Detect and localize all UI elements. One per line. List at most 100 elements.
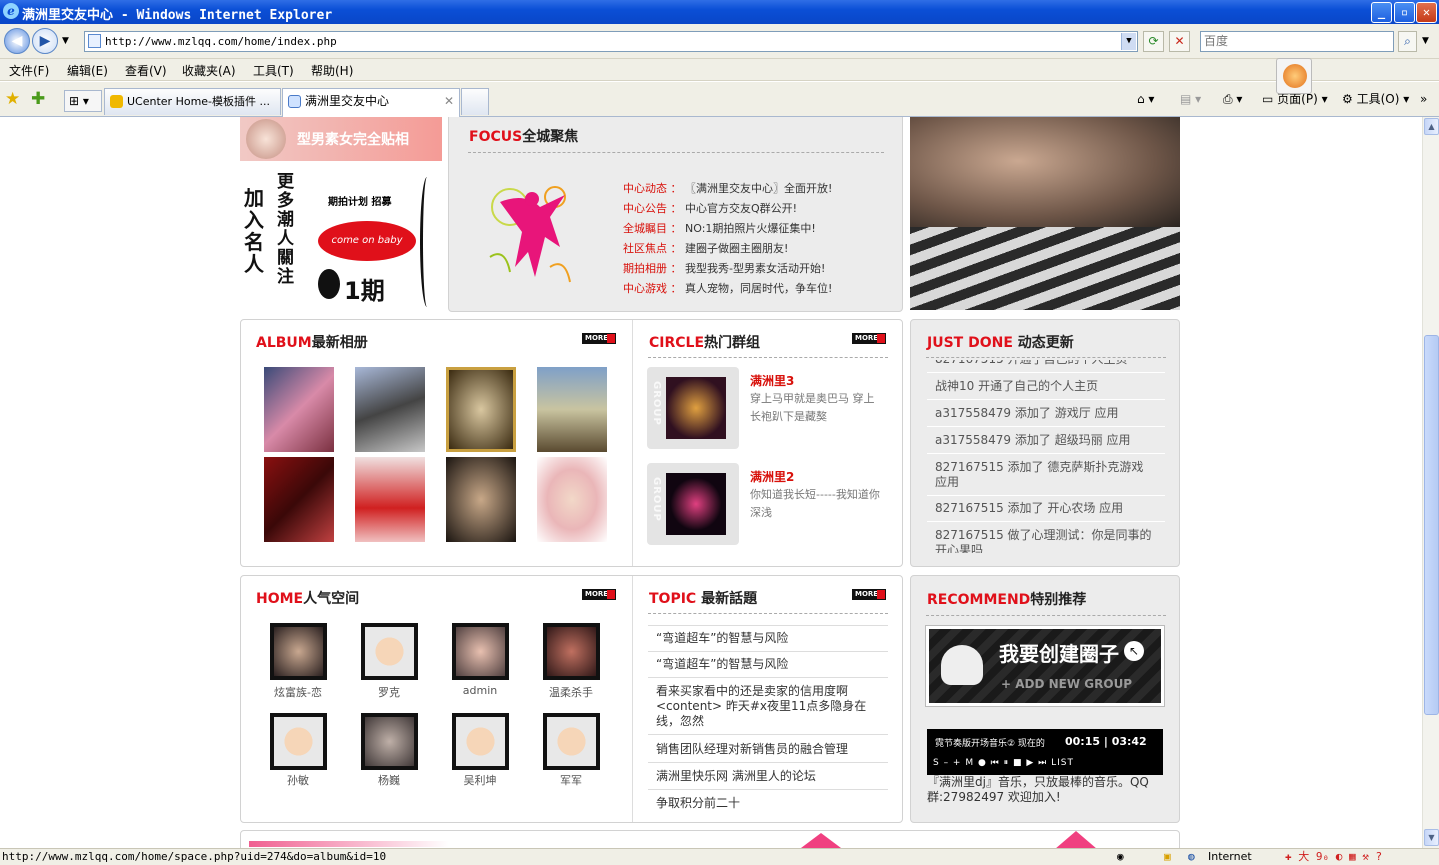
focus-item[interactable]: 中心动态 ： 〖满洲里交友中心〗全面开放! (623, 180, 832, 196)
topic-item[interactable]: “弯道超车”的智慧与风险 (648, 652, 888, 678)
music-player[interactable]: 霓节奏版开场音乐② 现在的 00:15 | 03:42 S – + M ● ⏮ … (927, 729, 1163, 775)
player-controls[interactable]: S – + M ● ⏮ ⏸ ■ ▶ ⏭ LIST (933, 758, 1074, 768)
focus-item[interactable]: 期拍相册 ： 我型我秀-型男素女活动开始! (623, 260, 825, 276)
user-avatar[interactable] (270, 623, 327, 680)
menu-help[interactable]: 帮助(H) (311, 62, 353, 79)
feed-item[interactable]: 827167515 添加了 开心农场 应用 (927, 496, 1165, 522)
user-name[interactable]: 吴利坤 (445, 772, 515, 788)
user-name[interactable]: 军军 (536, 772, 606, 788)
topic-item[interactable]: 满洲里快乐网 满洲里人的论坛 (648, 764, 888, 790)
player-time: 00:15 | 03:42 (1065, 735, 1147, 748)
history-dropdown-icon[interactable]: ▼ (62, 36, 69, 46)
user-avatar[interactable] (361, 713, 418, 770)
group-card[interactable]: GROUP (647, 463, 739, 545)
user-name[interactable]: 温柔杀手 (536, 684, 606, 700)
menu-tools[interactable]: 工具(T) (253, 62, 294, 79)
banner-join-text: 加入名人 (244, 186, 264, 276)
group-name[interactable]: 满洲里3 (750, 372, 794, 389)
address-dropdown-icon[interactable]: ▼ (1121, 33, 1136, 50)
feed-item[interactable]: 827167515 添加了 德克萨斯扑克游戏 应用 (927, 455, 1165, 496)
user-avatar[interactable] (270, 713, 327, 770)
stop-button[interactable]: ✕ (1169, 31, 1190, 52)
close-button[interactable]: ✕ (1416, 2, 1437, 23)
feed-item[interactable]: a317558479 添加了 超级玛丽 应用 (927, 428, 1165, 454)
user-avatar[interactable] (452, 713, 509, 770)
feed-item[interactable]: 战神10 开通了自己的个人主页 (927, 374, 1165, 400)
focus-item[interactable]: 社区焦点 ： 建圈子做圈主圈朋友! (623, 240, 788, 256)
user-name[interactable]: admin (445, 684, 515, 697)
user-name[interactable]: 孙敏 (263, 772, 333, 788)
address-input[interactable]: http://www.mzlqq.com/home/index.php ▼ (84, 31, 1138, 52)
user-name[interactable]: 罗克 (354, 684, 424, 700)
album-photo[interactable] (537, 367, 607, 452)
quick-tabs-button[interactable]: ⊞ ▾ (64, 90, 102, 112)
tab-ucenter[interactable]: UCenter Home-模板插件 ... (104, 88, 281, 115)
focus-item[interactable]: 中心游戏 ： 真人宠物，同居时代，争车位! (623, 280, 832, 296)
user-avatar[interactable] (543, 713, 600, 770)
album-photo[interactable] (537, 457, 607, 542)
addon-icon[interactable] (1276, 58, 1312, 94)
featured-portrait[interactable] (910, 117, 1180, 310)
scroll-thumb[interactable] (1424, 335, 1439, 715)
search-input[interactable]: 百度 (1200, 31, 1394, 52)
feed-item[interactable]: a317558479 添加了 游戏厅 应用 (927, 401, 1165, 427)
tools-menu[interactable]: ⚙ 工具(O) ▾ (1342, 90, 1409, 108)
album-photo[interactable] (355, 457, 425, 542)
topic-item[interactable]: 销售团队经理对新销售员的融合管理 (648, 737, 888, 763)
focus-item[interactable]: 全城瞩目 ： NO:1期拍照片火爆征集中! (623, 220, 816, 236)
topic-item[interactable]: “弯道超车”的智慧与风险 (648, 625, 888, 652)
vertical-scrollbar[interactable]: ▲ ▼ (1422, 117, 1439, 848)
favorites-star-icon[interactable]: ★ (5, 89, 20, 109)
maximize-button[interactable]: ▫ (1394, 2, 1415, 23)
menu-file[interactable]: 文件(F) (9, 62, 49, 79)
menu-favorites[interactable]: 收藏夹(A) (182, 62, 236, 79)
user-avatar[interactable] (361, 623, 418, 680)
forward-button[interactable]: ▶ (32, 28, 58, 54)
new-tab-button[interactable] (461, 88, 489, 115)
refresh-button[interactable]: ⟳ (1143, 31, 1164, 52)
group-card[interactable]: GROUP (647, 367, 739, 449)
album-more-button[interactable]: MORE (582, 333, 616, 344)
album-photo[interactable] (446, 367, 516, 452)
privacy-icon[interactable]: ◉ (1117, 849, 1124, 865)
topic-more-button[interactable]: MORE (852, 589, 886, 600)
create-group-button[interactable]: 我要创建圈子 ↖ + ADD NEW GROUP (925, 625, 1165, 707)
search-options-icon[interactable]: ▼ (1422, 36, 1429, 46)
print-icon[interactable]: ⎙ ▾ (1223, 90, 1242, 108)
back-button[interactable]: ◀ (4, 28, 30, 54)
album-photo[interactable] (446, 457, 516, 542)
add-favorites-icon[interactable]: ✚ (31, 89, 45, 109)
justdone-list: 827167515 开通了自己的个人主页 战神10 开通了自己的个人主页 a31… (910, 360, 1180, 553)
focus-item[interactable]: 中心公告 ： 中心官方交友Q群公开! (623, 200, 797, 216)
minimize-button[interactable]: _ (1371, 2, 1392, 23)
toolbar-more-icon[interactable]: » (1420, 90, 1427, 108)
user-name[interactable]: 杨巍 (354, 772, 424, 788)
recruit-banner[interactable]: 型男素女完全贴相 加入名人 更多潮人關注 期拍计划 招募 come on bab… (240, 117, 442, 312)
user-avatar[interactable] (452, 623, 509, 680)
search-button[interactable]: ⌕ (1398, 31, 1417, 52)
user-avatar[interactable] (543, 623, 600, 680)
topic-item[interactable]: 争取积分前二十 (648, 791, 888, 816)
group-name[interactable]: 满洲里2 (750, 468, 794, 485)
tab-label: 满洲里交友中心 (305, 94, 390, 108)
tab-close-icon[interactable]: ✕ (444, 89, 454, 114)
scroll-up-button[interactable]: ▲ (1424, 118, 1439, 135)
music-note: 『满洲里dj』音乐，只放最棒的音乐。QQ群:27982497 欢迎加入! (927, 775, 1149, 804)
feeds-icon[interactable]: ▤ ▾ (1180, 90, 1201, 108)
feed-item[interactable]: 827167515 做了心理测试：你是同事的开心果吗 (927, 523, 1165, 553)
album-photo[interactable] (355, 367, 425, 452)
menu-edit[interactable]: 编辑(E) (67, 62, 108, 79)
album-photo[interactable] (264, 367, 334, 452)
security-icon[interactable]: ▣ (1164, 849, 1171, 865)
menu-bar: 文件(F) 编辑(E) 查看(V) 收藏夹(A) 工具(T) 帮助(H) (0, 59, 1439, 81)
home-icon[interactable]: ⌂ ▾ (1137, 90, 1154, 108)
tab-current[interactable]: 满洲里交友中心 ✕ (282, 88, 460, 117)
album-photo[interactable] (264, 457, 334, 542)
topic-item[interactable]: 看来买家看中的还是卖家的信用度啊 <content> 昨天#x夜里11点多隐身在… (648, 679, 888, 735)
menu-view[interactable]: 查看(V) (125, 62, 167, 79)
feed-item[interactable]: 827167515 开通了自己的个人主页 (927, 360, 1165, 373)
scroll-down-button[interactable]: ▼ (1424, 829, 1439, 846)
user-name[interactable]: 炫富族-恋 (263, 684, 333, 700)
home-more-button[interactable]: MORE (582, 589, 616, 600)
circle-more-button[interactable]: MORE (852, 333, 886, 344)
